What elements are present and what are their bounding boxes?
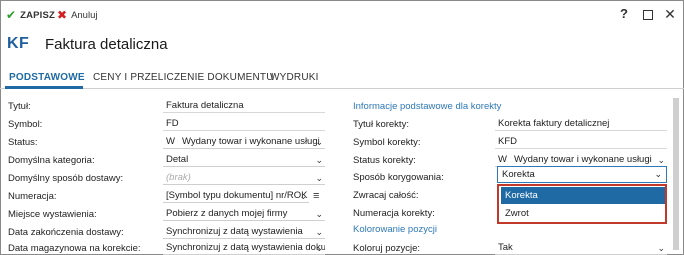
tytul-korekty-label: Tytuł korekty:: [353, 119, 409, 130]
zakonczenie-label: Data zakończenia dostawy:: [8, 227, 124, 238]
chevron-down-icon: ⌄: [315, 243, 323, 253]
magazynowa-select[interactable]: Synchronizuj z datą wystawienia dokument…: [163, 241, 325, 255]
status-korekty-label: Status korekty:: [353, 155, 416, 166]
document-type-badge: KF: [7, 35, 30, 52]
status-value: Wydany towar i wykonane usługi: [182, 136, 320, 147]
save-button[interactable]: ✔ ZAPISZ: [6, 7, 55, 23]
chevron-down-icon: ⌄: [657, 155, 665, 165]
status-select[interactable]: W Wydany towar i wykonane usługi ⌄: [163, 135, 325, 149]
checkmark-icon: ✔: [6, 8, 17, 22]
numeracja-select[interactable]: [Symbol typu dokumentu] nr/ROK ⌄: [163, 189, 309, 203]
numeracja-label: Numeracja:: [8, 191, 57, 202]
help-icon[interactable]: ?: [615, 5, 633, 23]
miejsce-value: Pobierz z danych mojej firmy: [166, 208, 288, 219]
vertical-scrollbar[interactable]: [673, 98, 679, 250]
status-korekty-value: Wydany towar i wykonane usługi: [514, 154, 652, 165]
close-x-icon: ✖: [57, 8, 68, 22]
chevron-down-icon: ⌄: [315, 173, 323, 183]
tab-bar: PODSTAWOWE CENY I PRZELICZENIE DOKUMENTU…: [0, 67, 684, 89]
zwracaj-calosc-label: Zwracaj całość:: [353, 190, 419, 201]
kategoria-value: Detal: [166, 154, 189, 165]
miejsce-label: Miejsce wystawienia:: [8, 209, 97, 220]
page-title: Faktura detaliczna: [45, 36, 168, 53]
sposob-korygowania-label: Sposób korygowania:: [353, 172, 444, 183]
dostawa-label: Domyślny sposób dostawy:: [8, 173, 124, 184]
miejsce-select[interactable]: Pobierz z danych mojej firmy ⌄: [163, 207, 325, 221]
tytul-korekty-field[interactable]: Korekta faktury detalicznej: [495, 117, 667, 131]
cancel-button[interactable]: ✖ Anuluj: [57, 7, 97, 23]
chevron-down-icon: ⌄: [654, 169, 662, 179]
sposob-korygowania-select[interactable]: Korekta ⌄: [497, 166, 667, 183]
dropdown-option-zwrot[interactable]: Zwrot: [501, 205, 665, 222]
section-heading-kolorowanie: Kolorowanie pozycji: [353, 224, 437, 235]
tab-wydruki[interactable]: WYDRUKI: [270, 72, 319, 83]
tytul-label: Tytuł:: [8, 101, 31, 112]
tab-podstawowe[interactable]: PODSTAWOWE: [9, 72, 85, 83]
numeracja-korekty-label: Numeracja korekty:: [353, 208, 435, 219]
dropdown-option-korekta[interactable]: Korekta: [501, 187, 665, 204]
koloruj-pozycje-label: Koloruj pozycje:: [353, 243, 421, 254]
section-heading-korekta: Informacje podstawowe dla korekty: [353, 101, 502, 112]
maximize-icon[interactable]: [639, 5, 657, 23]
magazynowa-value: Synchronizuj z datą wystawienia dokument…: [166, 242, 325, 253]
chevron-down-icon: ⌄: [315, 227, 323, 237]
status-korekty-select[interactable]: W Wydany towar i wykonane usługi ⌄: [495, 153, 667, 167]
symbol-korekty-field[interactable]: KFD: [495, 135, 667, 149]
zakonczenie-value: Synchronizuj z datą wystawienia: [166, 226, 303, 237]
chevron-down-icon: ⌄: [315, 137, 323, 147]
tytul-field[interactable]: Faktura detaliczna: [163, 99, 325, 113]
kategoria-select[interactable]: Detal ⌄: [163, 153, 325, 167]
numeracja-value: [Symbol typu dokumentu] nr/ROK: [166, 190, 308, 201]
kategoria-label: Domyślna kategoria:: [8, 155, 95, 166]
toolbar: ✔ ZAPISZ ✖ Anuluj ? ✕: [0, 0, 684, 28]
chevron-down-icon: ⌄: [299, 191, 307, 201]
active-tab-indicator: [5, 86, 83, 89]
status-label: Status:: [8, 137, 38, 148]
status-code: W: [166, 136, 175, 147]
chevron-down-icon: ⌄: [315, 209, 323, 219]
window-close-icon[interactable]: ✕: [661, 5, 679, 23]
menu-icon[interactable]: ≡: [313, 190, 319, 202]
save-label: ZAPISZ: [20, 9, 56, 21]
symbol-field[interactable]: FD: [163, 117, 325, 131]
dostawa-select[interactable]: (brak) ⌄: [163, 171, 325, 185]
symbol-korekty-label: Symbol korekty:: [353, 137, 421, 148]
koloruj-pozycje-select[interactable]: Tak ⌄: [495, 241, 667, 255]
chevron-down-icon: ⌄: [315, 155, 323, 165]
magazynowa-label: Data magazynowa na korekcie:: [8, 243, 141, 254]
chevron-down-icon: ⌄: [657, 243, 665, 253]
dostawa-placeholder: (brak): [166, 172, 191, 183]
status-korekty-code: W: [498, 154, 507, 165]
koloruj-pozycje-value: Tak: [498, 242, 513, 253]
symbol-label: Symbol:: [8, 119, 43, 130]
sposob-korygowania-value: Korekta: [502, 169, 535, 180]
tab-ceny[interactable]: CENY I PRZELICZENIE DOKUMENTU: [93, 72, 274, 83]
zakonczenie-select[interactable]: Synchronizuj z datą wystawienia ⌄: [163, 225, 325, 239]
sposob-korygowania-dropdown-list: Korekta Zwrot: [497, 184, 667, 224]
cancel-label: Anuluj: [71, 9, 98, 21]
